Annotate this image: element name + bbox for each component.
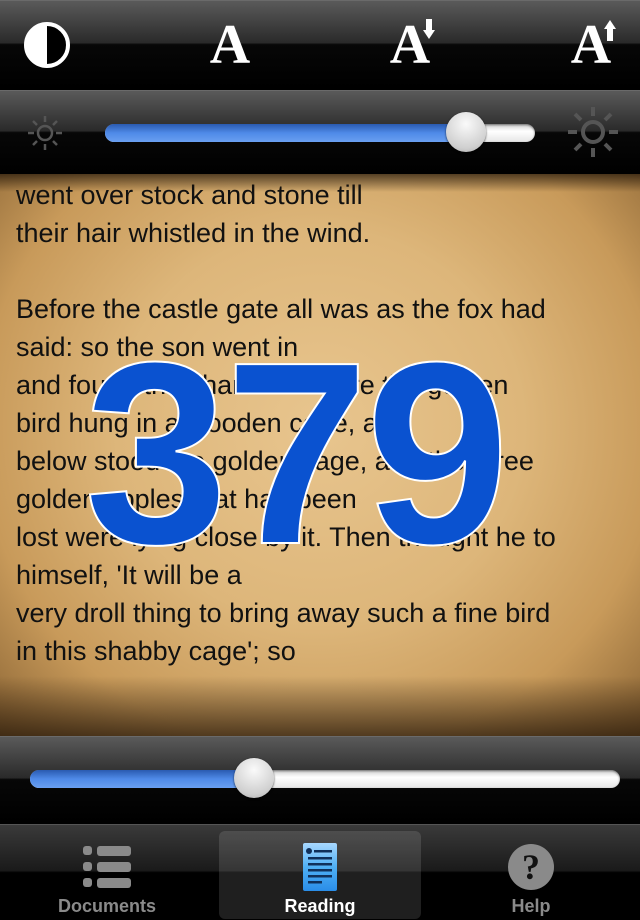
reading-page[interactable]: went over stock and stone till their hai… [0,174,640,736]
svg-text:?: ? [522,847,540,887]
page-slider-thumb[interactable] [234,758,274,798]
text-line: went over stock and stone till [16,180,363,210]
text-line: in this shabby cage'; so [16,636,296,666]
text-line: very droll thing to bring away such a fi… [16,598,551,628]
sun-dim-icon [28,116,62,150]
arrow-down-icon [423,19,435,39]
tab-help[interactable]: ? Help [430,831,632,919]
tab-label: Help [511,896,551,916]
contrast-button[interactable] [12,15,82,75]
brightness-bar [0,90,640,174]
brightness-slider-thumb[interactable] [446,112,486,152]
toolbar: A A A [0,0,640,88]
brightness-slider-fill [105,124,466,142]
tab-label: Reading [284,896,356,916]
document-icon [303,843,337,891]
tab-bar: Documents Reading ? Help [0,824,640,920]
tab-reading[interactable]: Reading [219,831,421,919]
contrast-icon [24,22,70,68]
page-number-overlay: 379 [83,309,511,599]
page-slider[interactable] [30,758,620,798]
list-icon [83,846,131,888]
text-line [16,252,626,290]
page-slider-bar [0,736,640,822]
font-style-button[interactable]: A [195,14,265,76]
tab-label: Documents [57,896,156,916]
tab-documents[interactable]: Documents [6,831,208,919]
help-icon: ? [508,844,554,890]
sun-bright-icon [568,107,618,157]
font-increase-button[interactable]: A [556,14,626,76]
text-line: their hair whistled in the wind. [16,218,371,248]
font-icon: A [209,14,251,76]
font-decrease-button[interactable]: A [375,14,445,76]
arrow-up-icon [604,20,616,41]
page-slider-fill [30,770,254,788]
brightness-slider[interactable] [105,112,535,152]
